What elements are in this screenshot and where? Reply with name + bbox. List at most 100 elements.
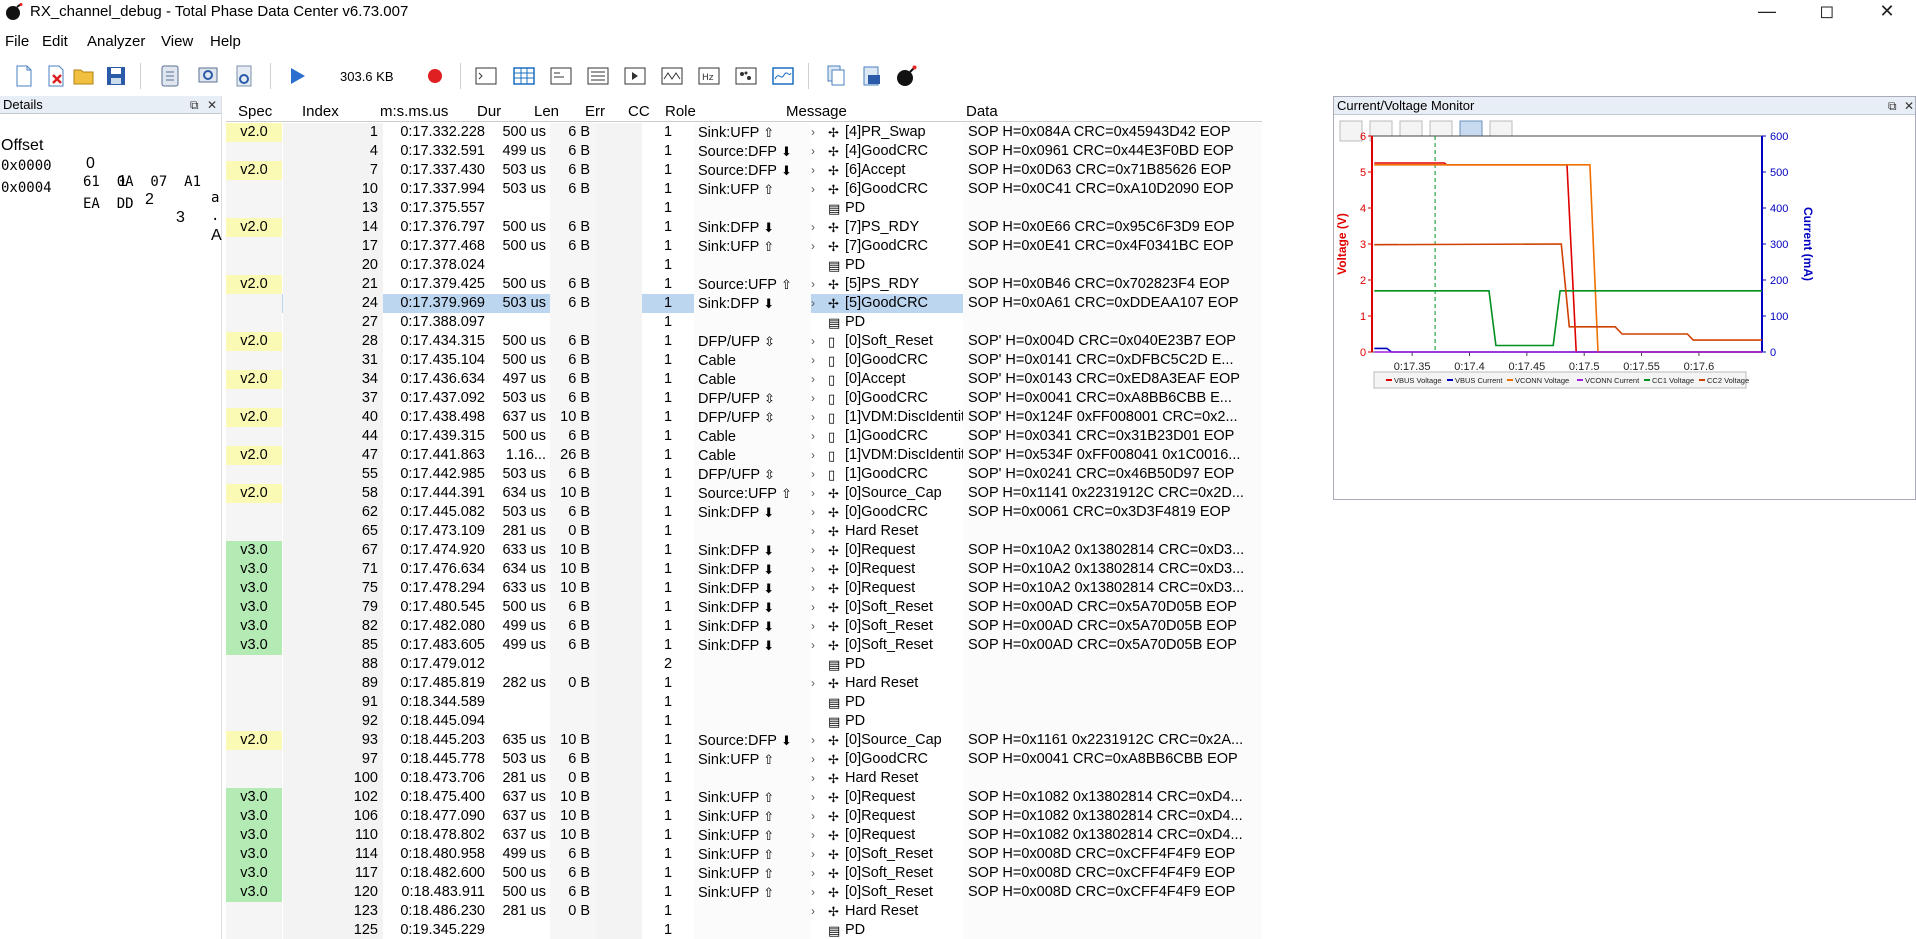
expand-chevron-icon[interactable]: › <box>811 351 821 370</box>
total-phase-icon[interactable] <box>894 64 918 88</box>
col-message[interactable]: Message <box>786 103 847 120</box>
table-row[interactable]: v3.0 67 0:17.474.920 633 us 10 B 1 Sink:DFP ⬇ › ✢… <box>226 541 1262 560</box>
float-panel-icon[interactable]: ⧉ <box>190 96 199 114</box>
expand-chevron-icon[interactable]: › <box>811 408 821 427</box>
col-role[interactable]: Role <box>665 103 696 120</box>
col-time[interactable]: m:s.ms.us <box>380 103 448 120</box>
expand-chevron-icon[interactable]: › <box>811 579 821 598</box>
close-icon[interactable]: ✕ <box>1864 0 1910 24</box>
save-icon[interactable] <box>104 64 128 88</box>
table-row[interactable]: 62 0:17.445.082 503 us 6 B 1 Sink:DFP ⬇ › ✢ [0]Go… <box>226 503 1262 522</box>
expand-chevron-icon[interactable]: › <box>811 142 821 161</box>
terminal-view-icon[interactable] <box>474 64 498 88</box>
expand-chevron-icon[interactable]: › <box>811 503 821 522</box>
expand-chevron-icon[interactable]: › <box>811 769 821 788</box>
table-row[interactable]: v3.0 71 0:17.476.634 634 us 10 B 1 Sink:DFP ⬇ › ✢… <box>226 560 1262 579</box>
expand-chevron-icon[interactable]: › <box>811 560 821 579</box>
menu-file[interactable]: File <box>5 33 29 50</box>
table-row[interactable]: v2.0 58 0:17.444.391 634 us 10 B 1 Source:UFP ⇧… <box>226 484 1262 503</box>
expand-chevron-icon[interactable]: › <box>811 826 821 845</box>
col-dur[interactable]: Dur <box>477 103 501 120</box>
expand-chevron-icon[interactable]: › <box>811 807 821 826</box>
table-row[interactable]: v3.0 85 0:17.483.605 499 us 6 B 1 Sink:DFP ⬇ › ✢[… <box>226 636 1262 655</box>
col-data[interactable]: Data <box>966 103 998 120</box>
minimize-icon[interactable]: — <box>1744 0 1790 24</box>
expand-chevron-icon[interactable]: › <box>811 218 821 237</box>
details-view-icon[interactable] <box>586 64 610 88</box>
table-row[interactable]: v2.0 14 0:17.376.797 500 us 6 B 1 Sink:DFP ⬇ › ✢[… <box>226 218 1262 237</box>
expand-chevron-icon[interactable]: › <box>811 123 821 142</box>
col-spec[interactable]: Spec <box>238 103 272 120</box>
expand-chevron-icon[interactable]: › <box>811 427 821 446</box>
col-err[interactable]: Err <box>585 103 605 120</box>
table-row[interactable]: 89 0:17.485.819 282 us 0 B 1 › ✢ Hard Reset <box>226 674 1262 693</box>
record-icon[interactable] <box>423 64 447 88</box>
export-icon[interactable] <box>860 64 884 88</box>
expand-chevron-icon[interactable]: › <box>811 541 821 560</box>
expand-chevron-icon[interactable]: › <box>811 332 821 351</box>
expand-chevron-icon[interactable]: › <box>811 370 821 389</box>
table-row[interactable]: 4 0:17.332.591 499 us 6 B 1 Source:DFP ⬇ › ✢ [4]G… <box>226 142 1262 161</box>
table-row[interactable]: 123 0:18.486.230 281 us 0 B 1 › ✢ Hard Reset <box>226 902 1262 921</box>
table-row[interactable]: v2.0 47 0:17.441.863 1.16... 26 B 1 Cable › ▯ [1]… <box>226 446 1262 465</box>
expand-chevron-icon[interactable]: › <box>811 883 821 902</box>
maximize-icon[interactable]: ◻ <box>1804 0 1850 24</box>
playback-view-icon[interactable] <box>623 64 647 88</box>
table-row[interactable]: 27 0:17.388.097 1 ▤ PD <box>226 313 1262 332</box>
table-row[interactable]: v3.0 75 0:17.478.294 633 us 10 B 1 Sink:DFP ⬇ › ✢… <box>226 579 1262 598</box>
close-file-icon[interactable] <box>44 64 68 88</box>
table-row[interactable]: 31 0:17.435.104 500 us 6 B 1 Cable › ▯ [0]GoodCR… <box>226 351 1262 370</box>
grid-view-icon[interactable] <box>512 64 536 88</box>
table-row[interactable]: 44 0:17.439.315 500 us 6 B 1 Cable › ▯ [1]GoodCR… <box>226 427 1262 446</box>
table-row[interactable]: 65 0:17.473.109 281 us 0 B 1 › ✢ Hard Reset <box>226 522 1262 541</box>
open-folder-icon[interactable] <box>72 64 96 88</box>
expand-chevron-icon[interactable]: › <box>811 465 821 484</box>
packet-view-icon[interactable] <box>549 64 573 88</box>
col-len[interactable]: Len <box>534 103 559 120</box>
table-row[interactable]: v2.0 28 0:17.434.315 500 us 6 B 1 DFP/UFP ⇳ › ▯ [0… <box>226 332 1262 351</box>
table-row[interactable]: v2.0 21 0:17.379.425 500 us 6 B 1 Source:UFP ⇧ ›… <box>226 275 1262 294</box>
table-row[interactable]: v3.0 106 0:18.477.090 637 us 10 B 1 Sink:UFP ⇧ ›… <box>226 807 1262 826</box>
expand-chevron-icon[interactable]: › <box>811 864 821 883</box>
expand-chevron-icon[interactable]: › <box>811 750 821 769</box>
table-row[interactable]: v2.0 93 0:18.445.203 635 us 10 B 1 Source:DFP ⬇… <box>226 731 1262 750</box>
expand-chevron-icon[interactable]: › <box>811 788 821 807</box>
table-row[interactable]: 55 0:17.442.985 503 us 6 B 1 DFP/UFP ⇳ › ▯ [1]Goo… <box>226 465 1262 484</box>
table-row[interactable]: v3.0 82 0:17.482.080 499 us 6 B 1 Sink:DFP ⬇ › ✢[… <box>226 617 1262 636</box>
table-row[interactable]: v2.0 40 0:17.438.498 637 us 10 B 1 DFP/UFP ⇳ › ▯[… <box>226 408 1262 427</box>
table-row[interactable]: 20 0:17.378.024 1 ▤ PD <box>226 256 1262 275</box>
table-row[interactable]: 24 0:17.379.969 503 us 6 B 1 Sink:DFP ⬇ › ✢ [5]Go… <box>226 294 1262 313</box>
print-icon[interactable] <box>1339 120 1363 142</box>
menu-view[interactable]: View <box>161 33 193 50</box>
new-file-icon[interactable] <box>12 64 36 88</box>
expand-chevron-icon[interactable]: › <box>811 161 821 180</box>
expand-chevron-icon[interactable]: › <box>811 237 821 256</box>
expand-chevron-icon[interactable]: › <box>811 294 821 313</box>
close-panel-icon[interactable]: ✕ <box>207 96 217 114</box>
current-voltage-view-icon[interactable] <box>771 64 795 88</box>
expand-chevron-icon[interactable]: › <box>811 275 821 294</box>
table-row[interactable]: 37 0:17.437.092 503 us 6 B 1 DFP/UFP ⇳ › ▯ [0]Goo… <box>226 389 1262 408</box>
table-row[interactable]: 88 0:17.479.012 2 ▤ PD <box>226 655 1262 674</box>
expand-chevron-icon[interactable]: › <box>811 180 821 199</box>
table-row[interactable]: v2.0 1 0:17.332.228 500 us 6 B 1 Sink:UFP ⇧ › ✢ [4… <box>226 123 1262 142</box>
expand-chevron-icon[interactable]: › <box>811 636 821 655</box>
expand-chevron-icon[interactable]: › <box>811 845 821 864</box>
table-row[interactable]: 91 0:18.344.589 1 ▤ PD <box>226 693 1262 712</box>
expand-chevron-icon[interactable]: › <box>811 902 821 921</box>
expand-chevron-icon[interactable]: › <box>811 674 821 693</box>
menu-edit[interactable]: Edit <box>42 33 68 50</box>
menu-analyzer[interactable]: Analyzer <box>87 33 145 50</box>
expand-chevron-icon[interactable]: › <box>811 446 821 465</box>
table-row[interactable]: 97 0:18.445.778 503 us 6 B 1 Sink:UFP ⇧ › ✢ [0]Go… <box>226 750 1262 769</box>
table-row[interactable]: v3.0 117 0:18.482.600 500 us 6 B 1 Sink:UFP ⇧ › ✢… <box>226 864 1262 883</box>
table-row[interactable]: v3.0 110 0:18.478.802 637 us 10 B 1 Sink:UFP ⇧ ›… <box>226 826 1262 845</box>
table-row[interactable]: v3.0 79 0:17.480.545 500 us 6 B 1 Sink:DFP ⬇ › ✢[… <box>226 598 1262 617</box>
waveform-view-icon[interactable] <box>660 64 684 88</box>
table-row[interactable]: 92 0:18.445.094 1 ▤ PD <box>226 712 1262 731</box>
copy-icon[interactable] <box>824 64 848 88</box>
menu-help[interactable]: Help <box>210 33 241 50</box>
table-row[interactable]: v2.0 7 0:17.337.430 503 us 6 B 1 Source:DFP ⬇ › ✢… <box>226 161 1262 180</box>
table-row[interactable]: v3.0 120 0:18.483.911 500 us 6 B 1 Sink:UFP ⇧ › ✢… <box>226 883 1262 902</box>
expand-chevron-icon[interactable]: › <box>811 389 821 408</box>
